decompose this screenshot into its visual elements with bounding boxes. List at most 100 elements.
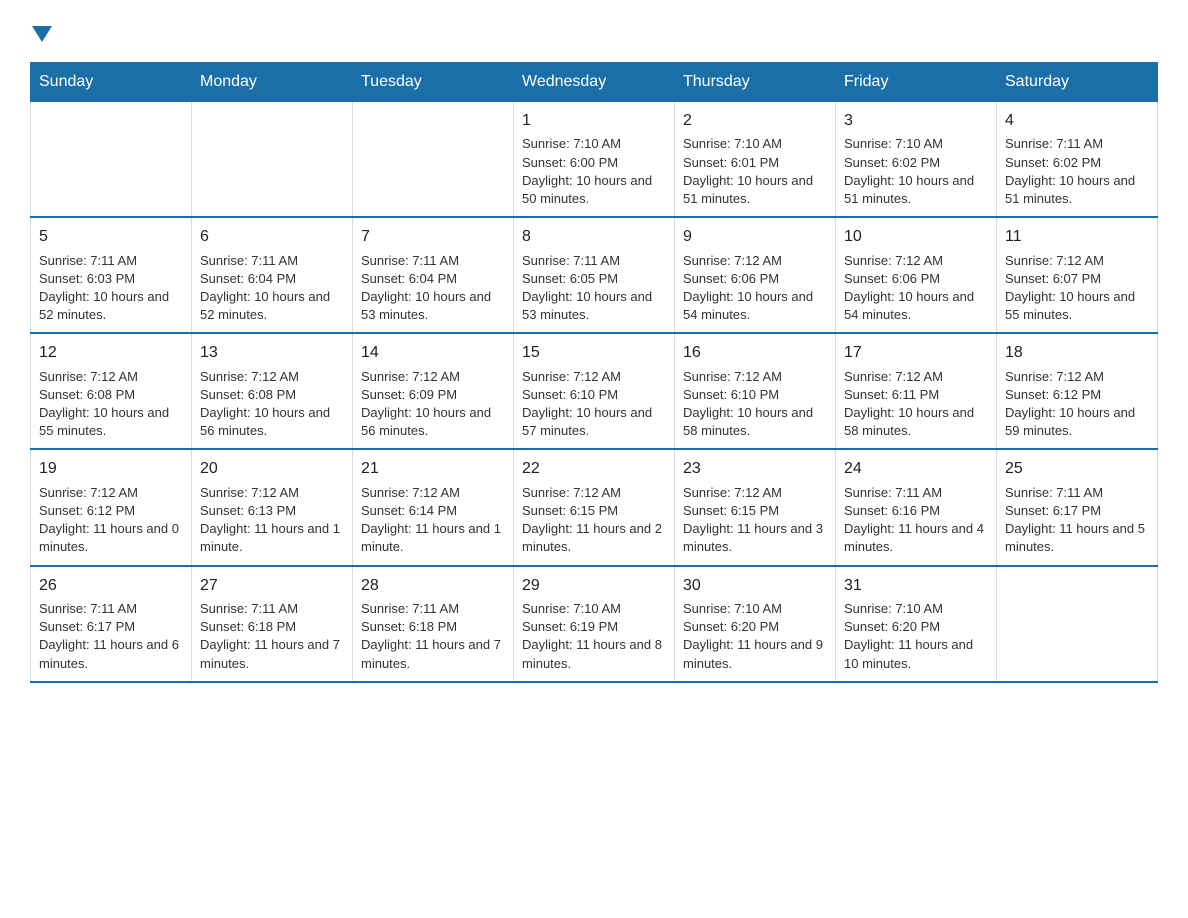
calendar-cell: 23 Sunrise: 7:12 AM Sunset: 6:15 PM Dayli… <box>675 449 836 565</box>
day-info: Sunrise: 7:12 AM Sunset: 6:11 PM Dayligh… <box>844 368 988 441</box>
weekday-header-saturday: Saturday <box>997 63 1158 102</box>
day-info: Sunrise: 7:12 AM Sunset: 6:09 PM Dayligh… <box>361 368 505 441</box>
weekday-header-tuesday: Tuesday <box>353 63 514 102</box>
calendar-cell: 25 Sunrise: 7:11 AM Sunset: 6:17 PM Dayli… <box>997 449 1158 565</box>
calendar-cell: 17 Sunrise: 7:12 AM Sunset: 6:11 PM Dayli… <box>836 333 997 449</box>
day-number: 2 <box>683 110 827 132</box>
day-info: Sunrise: 7:11 AM Sunset: 6:04 PM Dayligh… <box>200 252 344 325</box>
day-info: Sunrise: 7:11 AM Sunset: 6:18 PM Dayligh… <box>200 600 344 673</box>
day-info: Sunrise: 7:12 AM Sunset: 6:08 PM Dayligh… <box>39 368 183 441</box>
day-number: 20 <box>200 458 344 480</box>
day-info: Sunrise: 7:11 AM Sunset: 6:17 PM Dayligh… <box>1005 484 1149 557</box>
weekday-header-wednesday: Wednesday <box>514 63 675 102</box>
day-info: Sunrise: 7:11 AM Sunset: 6:05 PM Dayligh… <box>522 252 666 325</box>
calendar-cell: 7 Sunrise: 7:11 AM Sunset: 6:04 PM Daylig… <box>353 217 514 333</box>
day-number: 10 <box>844 226 988 248</box>
day-info: Sunrise: 7:12 AM Sunset: 6:10 PM Dayligh… <box>683 368 827 441</box>
day-info: Sunrise: 7:10 AM Sunset: 6:00 PM Dayligh… <box>522 135 666 208</box>
day-info: Sunrise: 7:12 AM Sunset: 6:07 PM Dayligh… <box>1005 252 1149 325</box>
calendar-cell: 30Sunrise: 7:10 AM Sunset: 6:20 PM Dayli… <box>675 566 836 682</box>
weekday-header-row: SundayMondayTuesdayWednesdayThursdayFrid… <box>31 63 1158 102</box>
calendar-cell: 9 Sunrise: 7:12 AM Sunset: 6:06 PM Daylig… <box>675 217 836 333</box>
day-info: Sunrise: 7:11 AM Sunset: 6:04 PM Dayligh… <box>361 252 505 325</box>
calendar-cell: 11 Sunrise: 7:12 AM Sunset: 6:07 PM Dayli… <box>997 217 1158 333</box>
calendar-cell: 27 Sunrise: 7:11 AM Sunset: 6:18 PM Dayli… <box>192 566 353 682</box>
weekday-header-thursday: Thursday <box>675 63 836 102</box>
day-number: 28 <box>361 575 505 597</box>
calendar-cell <box>353 102 514 218</box>
calendar-cell: 16 Sunrise: 7:12 AM Sunset: 6:10 PM Dayli… <box>675 333 836 449</box>
day-number: 25 <box>1005 458 1149 480</box>
calendar-cell: 1 Sunrise: 7:10 AM Sunset: 6:00 PM Daylig… <box>514 102 675 218</box>
calendar-cell: 28Sunrise: 7:11 AM Sunset: 6:18 PM Dayli… <box>353 566 514 682</box>
calendar-cell: 29 Sunrise: 7:10 AM Sunset: 6:19 PM Dayli… <box>514 566 675 682</box>
weekday-header-monday: Monday <box>192 63 353 102</box>
day-number: 8 <box>522 226 666 248</box>
calendar-table: SundayMondayTuesdayWednesdayThursdayFrid… <box>30 62 1158 683</box>
calendar-cell: 15 Sunrise: 7:12 AM Sunset: 6:10 PM Dayli… <box>514 333 675 449</box>
day-info: Sunrise: 7:12 AM Sunset: 6:13 PM Dayligh… <box>200 484 344 557</box>
day-info: Sunrise: 7:12 AM Sunset: 6:15 PM Dayligh… <box>522 484 666 557</box>
day-number: 31 <box>844 575 988 597</box>
calendar-week-2: 5Sunrise: 7:11 AM Sunset: 6:03 PM Daylig… <box>31 217 1158 333</box>
day-number: 16 <box>683 342 827 364</box>
day-number: 3 <box>844 110 988 132</box>
logo-triangle-icon <box>32 26 52 42</box>
day-number: 24 <box>844 458 988 480</box>
day-number: 18 <box>1005 342 1149 364</box>
day-info: Sunrise: 7:12 AM Sunset: 6:15 PM Dayligh… <box>683 484 827 557</box>
calendar-cell <box>192 102 353 218</box>
calendar-week-1: 1 Sunrise: 7:10 AM Sunset: 6:00 PM Daylig… <box>31 102 1158 218</box>
calendar-cell: 18Sunrise: 7:12 AM Sunset: 6:12 PM Dayli… <box>997 333 1158 449</box>
calendar-cell: 10 Sunrise: 7:12 AM Sunset: 6:06 PM Dayli… <box>836 217 997 333</box>
calendar-week-5: 26Sunrise: 7:11 AM Sunset: 6:17 PM Dayli… <box>31 566 1158 682</box>
day-number: 27 <box>200 575 344 597</box>
day-info: Sunrise: 7:12 AM Sunset: 6:10 PM Dayligh… <box>522 368 666 441</box>
day-info: Sunrise: 7:11 AM Sunset: 6:16 PM Dayligh… <box>844 484 988 557</box>
day-number: 14 <box>361 342 505 364</box>
day-number: 19 <box>39 458 183 480</box>
day-number: 29 <box>522 575 666 597</box>
calendar-cell: 24 Sunrise: 7:11 AM Sunset: 6:16 PM Dayli… <box>836 449 997 565</box>
calendar-cell: 5Sunrise: 7:11 AM Sunset: 6:03 PM Daylig… <box>31 217 192 333</box>
calendar-cell: 13Sunrise: 7:12 AM Sunset: 6:08 PM Dayli… <box>192 333 353 449</box>
day-number: 5 <box>39 226 183 248</box>
day-info: Sunrise: 7:12 AM Sunset: 6:06 PM Dayligh… <box>844 252 988 325</box>
day-info: Sunrise: 7:12 AM Sunset: 6:06 PM Dayligh… <box>683 252 827 325</box>
day-info: Sunrise: 7:10 AM Sunset: 6:02 PM Dayligh… <box>844 135 988 208</box>
day-info: Sunrise: 7:10 AM Sunset: 6:20 PM Dayligh… <box>683 600 827 673</box>
calendar-cell: 22 Sunrise: 7:12 AM Sunset: 6:15 PM Dayli… <box>514 449 675 565</box>
calendar-cell: 4Sunrise: 7:11 AM Sunset: 6:02 PM Daylig… <box>997 102 1158 218</box>
calendar-cell: 12 Sunrise: 7:12 AM Sunset: 6:08 PM Dayli… <box>31 333 192 449</box>
day-info: Sunrise: 7:10 AM Sunset: 6:19 PM Dayligh… <box>522 600 666 673</box>
day-number: 23 <box>683 458 827 480</box>
calendar-cell: 14 Sunrise: 7:12 AM Sunset: 6:09 PM Dayli… <box>353 333 514 449</box>
day-number: 21 <box>361 458 505 480</box>
calendar-cell: 2Sunrise: 7:10 AM Sunset: 6:01 PM Daylig… <box>675 102 836 218</box>
day-number: 12 <box>39 342 183 364</box>
day-info: Sunrise: 7:11 AM Sunset: 6:17 PM Dayligh… <box>39 600 183 673</box>
calendar-cell <box>31 102 192 218</box>
day-number: 11 <box>1005 226 1149 248</box>
calendar-cell <box>997 566 1158 682</box>
page-header <box>30 20 1158 42</box>
day-number: 22 <box>522 458 666 480</box>
day-number: 1 <box>522 110 666 132</box>
calendar-cell: 26Sunrise: 7:11 AM Sunset: 6:17 PM Dayli… <box>31 566 192 682</box>
calendar-cell: 6 Sunrise: 7:11 AM Sunset: 6:04 PM Daylig… <box>192 217 353 333</box>
day-number: 7 <box>361 226 505 248</box>
day-info: Sunrise: 7:10 AM Sunset: 6:20 PM Dayligh… <box>844 600 988 673</box>
day-number: 9 <box>683 226 827 248</box>
day-number: 17 <box>844 342 988 364</box>
calendar-cell: 31 Sunrise: 7:10 AM Sunset: 6:20 PM Dayli… <box>836 566 997 682</box>
day-number: 13 <box>200 342 344 364</box>
logo <box>30 20 52 42</box>
day-number: 15 <box>522 342 666 364</box>
calendar-cell: 3 Sunrise: 7:10 AM Sunset: 6:02 PM Daylig… <box>836 102 997 218</box>
calendar-week-4: 19Sunrise: 7:12 AM Sunset: 6:12 PM Dayli… <box>31 449 1158 565</box>
day-number: 6 <box>200 226 344 248</box>
day-number: 4 <box>1005 110 1149 132</box>
weekday-header-friday: Friday <box>836 63 997 102</box>
weekday-header-sunday: Sunday <box>31 63 192 102</box>
calendar-cell: 20 Sunrise: 7:12 AM Sunset: 6:13 PM Dayli… <box>192 449 353 565</box>
